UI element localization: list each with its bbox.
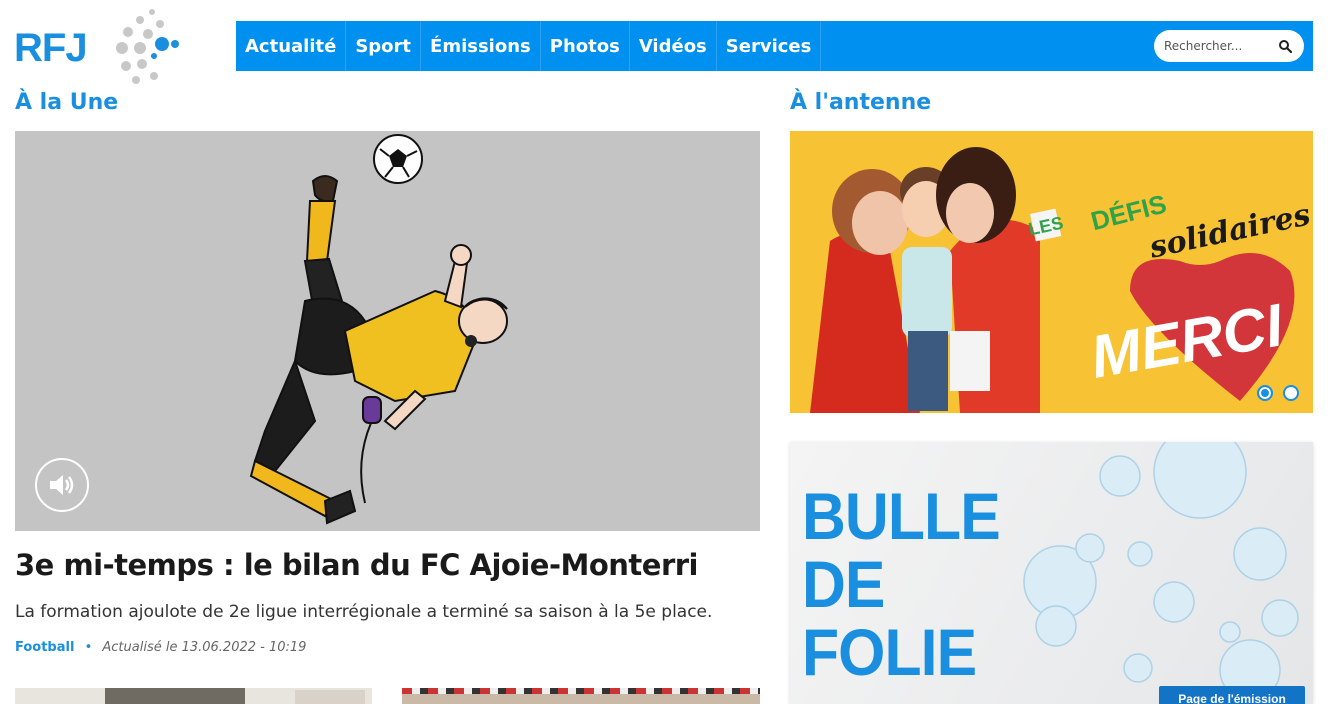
bulle-line-3: FOLIE bbox=[802, 615, 977, 689]
nav-item-emissions[interactable]: Émissions bbox=[421, 21, 541, 71]
carousel-dot-2[interactable] bbox=[1283, 385, 1299, 401]
rfj-logo[interactable]: RFJ bbox=[14, 6, 184, 90]
article-date: Actualisé le 13.06.2022 - 10:19 bbox=[102, 640, 307, 655]
article-headline[interactable]: 3e mi-temps : le bilan du FC Ajoie-Monte… bbox=[15, 548, 760, 582]
article-meta: Football • Actualisé le 13.06.2022 - 10:… bbox=[15, 640, 306, 655]
section-title-antenne: À l'antenne bbox=[790, 90, 932, 115]
main-nav: Actualité Sport Émissions Photos Vidéos … bbox=[236, 21, 1313, 71]
search-icon[interactable] bbox=[1278, 39, 1292, 53]
section-title-une: À la Une bbox=[15, 90, 119, 115]
article-lead: La formation ajoulote de 2e ligue interr… bbox=[15, 602, 713, 622]
nav-item-videos[interactable]: Vidéos bbox=[630, 21, 717, 71]
search-box bbox=[1154, 30, 1304, 62]
emission-page-button[interactable]: Page de l'émission bbox=[1159, 686, 1305, 704]
nav-item-sport[interactable]: Sport bbox=[346, 21, 422, 71]
nav-item-services[interactable]: Services bbox=[717, 21, 822, 71]
bulle-title: BULLE DE FOLIE bbox=[802, 479, 1001, 689]
carousel-dot-1[interactable] bbox=[1257, 385, 1273, 401]
article-hero-image[interactable] bbox=[15, 131, 760, 531]
football-player-illustration bbox=[249, 134, 508, 525]
bulle-line-2: DE bbox=[802, 547, 885, 621]
article-thumbnail[interactable] bbox=[402, 688, 760, 704]
bulle-line-1: BULLE bbox=[802, 479, 1001, 553]
emission-promo-bulle-de-folie[interactable]: BULLE DE FOLIE Page de l'émission bbox=[790, 442, 1313, 704]
article-category-link[interactable]: Football bbox=[15, 640, 74, 655]
search-input[interactable] bbox=[1164, 39, 1274, 53]
defis-solidaires-banner: LES DÉFIS solidaires MERCI bbox=[810, 147, 1313, 413]
nav-item-photos[interactable]: Photos bbox=[541, 21, 630, 71]
logo-dots-icon bbox=[116, 9, 179, 84]
meta-separator: • bbox=[84, 640, 93, 655]
speaker-icon bbox=[50, 475, 74, 495]
audio-play-button[interactable] bbox=[35, 458, 89, 512]
nav-item-actualite[interactable]: Actualité bbox=[236, 21, 347, 71]
article-thumbnail[interactable] bbox=[15, 688, 372, 704]
logo-text: RFJ bbox=[14, 26, 88, 70]
antenne-carousel[interactable]: LES DÉFIS solidaires MERCI bbox=[790, 131, 1313, 413]
carousel-dots bbox=[1257, 385, 1299, 401]
banner-text-solidaires: solidaires bbox=[1145, 197, 1313, 265]
